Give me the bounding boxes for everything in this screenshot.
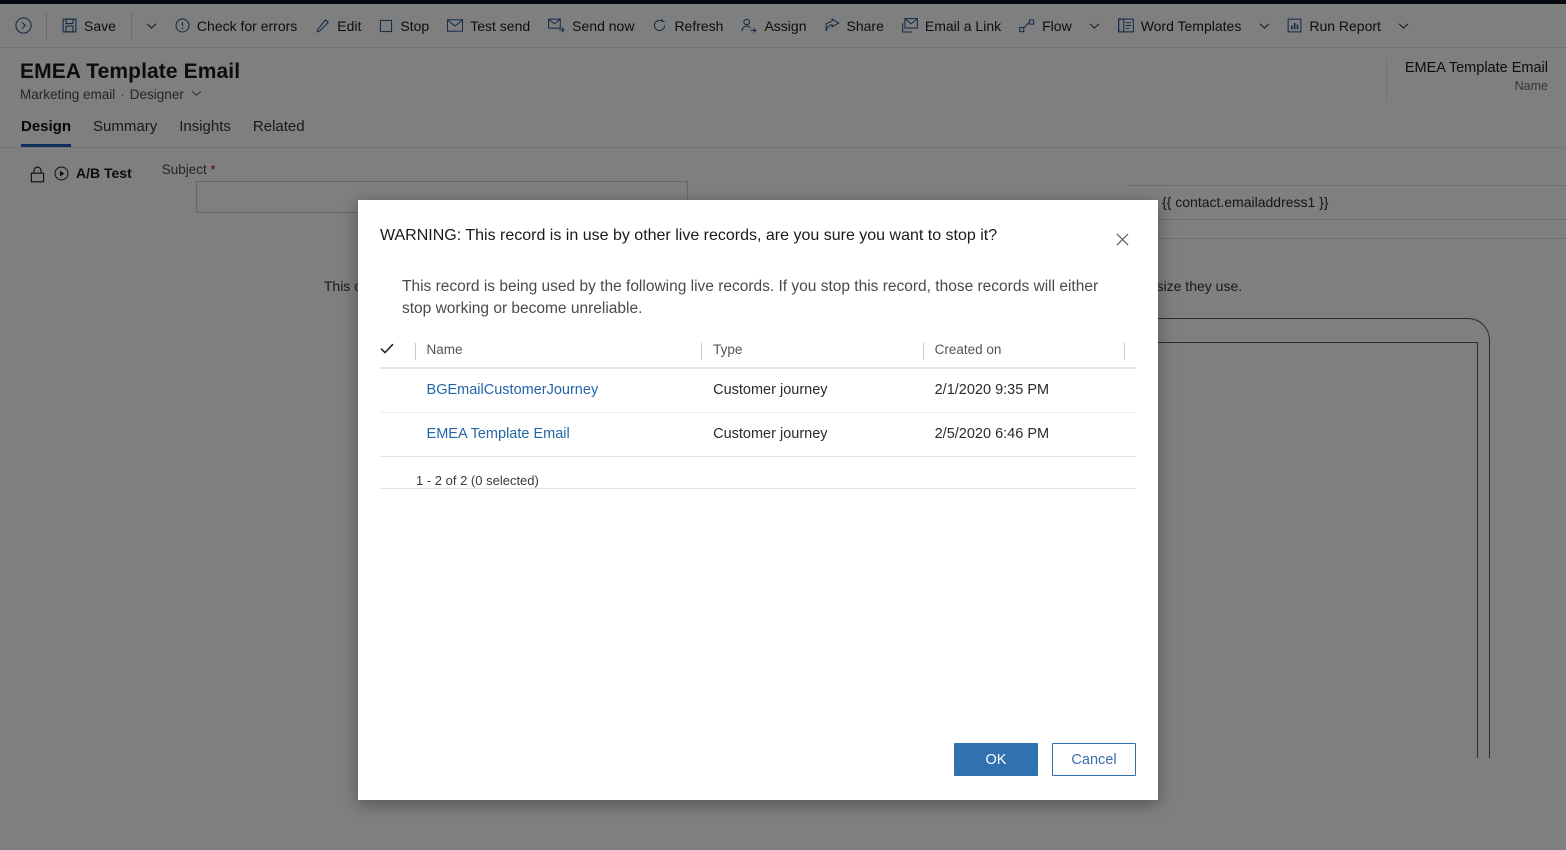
grid-record-count: 1 - 2 of 2 (0 selected) xyxy=(416,473,539,488)
column-header-tail xyxy=(1123,342,1136,369)
column-header-created-on[interactable]: Created on xyxy=(922,342,1124,369)
table-head: Name Type Created on xyxy=(380,342,1136,369)
dialog-description: This record is being used by the followi… xyxy=(402,278,1099,317)
row-name-cell: EMEA Template Email xyxy=(414,412,702,457)
dialog-title: WARNING: This record is in use by other … xyxy=(380,227,998,244)
row-checkbox[interactable] xyxy=(380,412,415,457)
ok-button[interactable]: OK xyxy=(954,743,1038,776)
row-checkbox[interactable] xyxy=(380,368,415,413)
row-type-value: Customer journey xyxy=(713,382,828,398)
row-type-cell: Customer journey xyxy=(701,368,923,413)
row-created-on-value: 2/1/2020 9:35 PM xyxy=(934,382,1050,398)
column-header-name[interactable]: Name xyxy=(414,342,702,369)
table-row[interactable]: BGEmailCustomerJourney Customer journey … xyxy=(380,368,1136,413)
row-name-cell: BGEmailCustomerJourney xyxy=(414,368,702,413)
row-created-on-cell: 2/5/2020 6:46 PM xyxy=(922,412,1124,457)
dialog-actions: OK Cancel xyxy=(358,743,1158,800)
record-link[interactable]: EMEA Template Email xyxy=(415,426,570,442)
table-row[interactable]: EMEA Template Email Customer journey 2/5… xyxy=(380,412,1136,457)
row-type-cell: Customer journey xyxy=(701,412,923,457)
close-icon[interactable] xyxy=(1106,224,1138,254)
row-created-on-value: 2/5/2020 6:46 PM xyxy=(934,426,1050,442)
dialog-spacer xyxy=(358,489,1158,743)
cancel-button[interactable]: Cancel xyxy=(1052,743,1136,776)
column-header-type-label: Type xyxy=(713,342,743,357)
table-body: BGEmailCustomerJourney Customer journey … xyxy=(380,368,1136,457)
select-all-checkmark-icon[interactable] xyxy=(380,342,415,369)
table-header-row: Name Type Created on xyxy=(380,342,1136,369)
row-tail-cell xyxy=(1123,368,1136,413)
column-header-name-label: Name xyxy=(426,342,463,357)
column-header-type[interactable]: Type xyxy=(701,342,923,369)
row-type-value: Customer journey xyxy=(713,426,828,442)
record-link[interactable]: BGEmailCustomerJourney xyxy=(415,382,599,398)
dialog-header: WARNING: This record is in use by other … xyxy=(358,200,1158,254)
row-tail-cell xyxy=(1123,412,1136,457)
stop-record-warning-dialog: WARNING: This record is in use by other … xyxy=(358,200,1158,800)
row-created-on-cell: 2/1/2020 9:35 PM xyxy=(922,368,1124,413)
live-records-table: Name Type Created on BGEmailCustomerJour… xyxy=(380,342,1136,457)
column-header-created-on-label: Created on xyxy=(934,342,1002,357)
live-records-grid: Name Type Created on BGEmailCustomerJour… xyxy=(380,342,1136,489)
